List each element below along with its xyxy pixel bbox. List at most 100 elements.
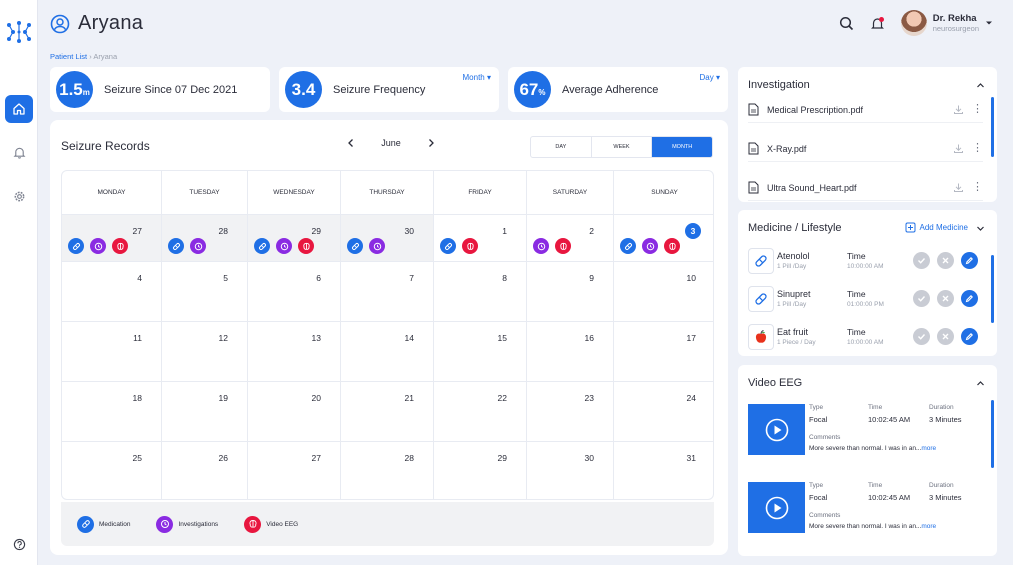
download-icon[interactable]: [953, 104, 964, 115]
investigation-icon[interactable]: [90, 238, 106, 254]
add-medicine-button[interactable]: Add Medicine: [905, 222, 968, 233]
medication-icon[interactable]: [168, 238, 184, 254]
notification-bell-icon[interactable]: [870, 16, 885, 31]
investigation-icon[interactable]: [276, 238, 292, 254]
brain-icon[interactable]: [298, 238, 314, 254]
calendar-day-cell[interactable]: 26: [162, 442, 248, 499]
edit-medicine-button[interactable]: [961, 328, 978, 345]
period-dropdown[interactable]: Month ▾: [463, 73, 491, 82]
nav-settings[interactable]: [5, 182, 33, 210]
calendar-day-cell[interactable]: 19: [162, 382, 248, 441]
calendar-day-cell[interactable]: 25: [62, 442, 162, 499]
calendar-day-cell[interactable]: 24: [614, 382, 713, 441]
calendar-day-cell[interactable]: 13: [248, 322, 341, 381]
brain-icon[interactable]: [664, 238, 680, 254]
mark-taken-button[interactable]: [913, 252, 930, 269]
investigation-file-row[interactable]: Medical Prescription.pdf ⋮: [748, 97, 983, 123]
investigation-icon[interactable]: [533, 238, 549, 254]
calendar-day-cell[interactable]: 23: [527, 382, 614, 441]
calendar-day-cell[interactable]: 28: [341, 442, 434, 499]
scrollbar[interactable]: [991, 400, 994, 468]
tab-month[interactable]: MONTH: [652, 137, 712, 157]
investigation-file-row[interactable]: X-Ray.pdf ⋮: [748, 136, 983, 162]
brain-icon[interactable]: [112, 238, 128, 254]
calendar-day-cell[interactable]: 20: [248, 382, 341, 441]
search-icon[interactable]: [839, 16, 854, 31]
chevron-up-icon[interactable]: [976, 81, 985, 90]
calendar-day-cell[interactable]: 18: [62, 382, 162, 441]
calendar-day-cell[interactable]: 3: [614, 215, 713, 261]
investigation-file-row[interactable]: Ultra Sound_Heart.pdf ⋮: [748, 175, 983, 201]
calendar-day-cell[interactable]: 7: [341, 262, 434, 321]
file-name[interactable]: Medical Prescription.pdf: [767, 105, 953, 115]
more-options-icon[interactable]: ⋮: [972, 143, 983, 154]
calendar-day-cell[interactable]: 5: [162, 262, 248, 321]
edit-medicine-button[interactable]: [961, 290, 978, 307]
calendar-day-cell[interactable]: 14: [341, 322, 434, 381]
calendar-day-cell[interactable]: 30: [527, 442, 614, 499]
prev-month-icon[interactable]: [346, 138, 356, 148]
nav-home[interactable]: [5, 95, 33, 123]
mark-skipped-button[interactable]: [937, 290, 954, 307]
calendar-day-cell[interactable]: 10: [614, 262, 713, 321]
more-options-icon[interactable]: ⋮: [972, 104, 983, 115]
download-icon[interactable]: [953, 182, 964, 193]
scrollbar[interactable]: [991, 255, 994, 323]
medication-icon[interactable]: [68, 238, 84, 254]
calendar-day-cell[interactable]: 2: [527, 215, 614, 261]
download-icon[interactable]: [953, 143, 964, 154]
next-month-icon[interactable]: [426, 138, 436, 148]
period-dropdown[interactable]: Day ▾: [700, 73, 720, 82]
medication-icon[interactable]: [347, 238, 363, 254]
mark-taken-button[interactable]: [913, 290, 930, 307]
calendar-day-cell[interactable]: 8: [434, 262, 527, 321]
calendar-day-cell[interactable]: 6: [248, 262, 341, 321]
mark-skipped-button[interactable]: [937, 328, 954, 345]
read-more-link[interactable]: more: [921, 445, 936, 452]
video-thumbnail[interactable]: [748, 482, 805, 533]
calendar-day-cell[interactable]: 29: [248, 215, 341, 261]
file-name[interactable]: Ultra Sound_Heart.pdf: [767, 183, 953, 193]
calendar-day-cell[interactable]: 17: [614, 322, 713, 381]
doctor-profile[interactable]: Dr. Rekha neurosurgeon: [900, 10, 993, 36]
tab-week[interactable]: WEEK: [590, 137, 653, 157]
calendar-day-cell[interactable]: 1: [434, 215, 527, 261]
calendar-day-cell[interactable]: 22: [434, 382, 527, 441]
calendar-day-cell[interactable]: 21: [341, 382, 434, 441]
nav-notifications[interactable]: [5, 138, 33, 166]
calendar-day-cell[interactable]: 29: [434, 442, 527, 499]
investigation-icon[interactable]: [369, 238, 385, 254]
video-thumbnail[interactable]: [748, 404, 805, 455]
calendar-day-cell[interactable]: 27: [62, 215, 162, 261]
breadcrumb-patient-list[interactable]: Patient List: [50, 52, 87, 61]
medication-icon[interactable]: [620, 238, 636, 254]
brain-icon[interactable]: [462, 238, 478, 254]
investigation-icon[interactable]: [642, 238, 658, 254]
chevron-down-icon[interactable]: [976, 224, 985, 233]
read-more-link[interactable]: more: [921, 523, 936, 530]
file-name[interactable]: X-Ray.pdf: [767, 144, 953, 154]
calendar-day-cell[interactable]: 4: [62, 262, 162, 321]
tab-day[interactable]: DAY: [531, 137, 591, 157]
medication-icon[interactable]: [440, 238, 456, 254]
calendar-day-cell[interactable]: 11: [62, 322, 162, 381]
calendar-day-cell[interactable]: 27: [248, 442, 341, 499]
calendar-day-cell[interactable]: 16: [527, 322, 614, 381]
app-logo[interactable]: [5, 20, 33, 44]
calendar-day-cell[interactable]: 31: [614, 442, 713, 499]
calendar-day-cell[interactable]: 28: [162, 215, 248, 261]
scrollbar[interactable]: [991, 97, 994, 157]
calendar-day-cell[interactable]: 15: [434, 322, 527, 381]
brain-icon[interactable]: [555, 238, 571, 254]
medication-icon[interactable]: [254, 238, 270, 254]
mark-taken-button[interactable]: [913, 328, 930, 345]
more-options-icon[interactable]: ⋮: [972, 182, 983, 193]
calendar-day-cell[interactable]: 30: [341, 215, 434, 261]
chevron-up-icon[interactable]: [976, 379, 985, 388]
investigation-icon[interactable]: [190, 238, 206, 254]
nav-help[interactable]: [5, 530, 33, 558]
calendar-day-cell[interactable]: 9: [527, 262, 614, 321]
calendar-day-cell[interactable]: 12: [162, 322, 248, 381]
edit-medicine-button[interactable]: [961, 252, 978, 269]
mark-skipped-button[interactable]: [937, 252, 954, 269]
